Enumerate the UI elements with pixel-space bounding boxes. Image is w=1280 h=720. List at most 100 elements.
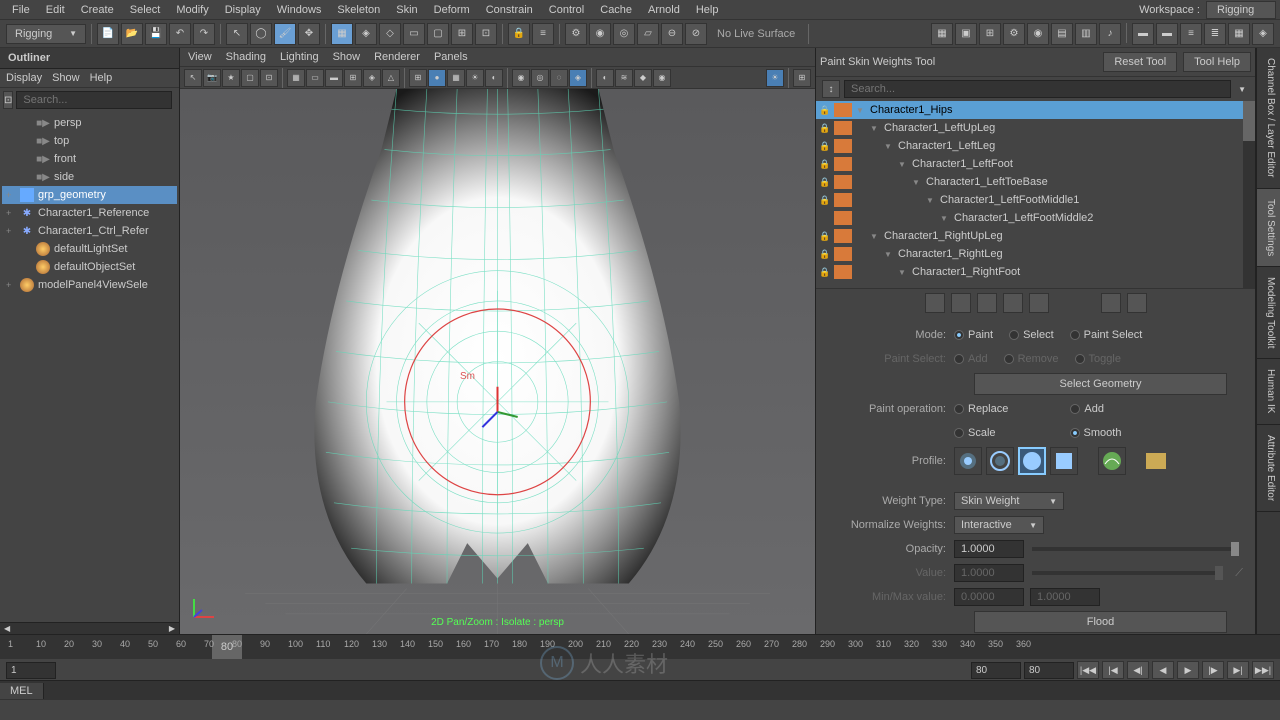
tab-toolsettings[interactable]: Tool Settings <box>1257 189 1280 267</box>
vp-bookmark-icon[interactable]: ★ <box>222 69 240 87</box>
scroll-right-icon[interactable]: ▶ <box>169 624 175 633</box>
snap-view-icon[interactable]: ⊞ <box>451 23 473 45</box>
influence-item[interactable]: 🔒▼Character1_RightUpLeg <box>816 227 1255 245</box>
outliner-item[interactable]: ■▶side <box>2 168 177 186</box>
menu-skin[interactable]: Skin <box>388 2 425 18</box>
vp-def-icon[interactable]: ◈ <box>569 69 587 87</box>
panel2-icon[interactable]: ▬ <box>1156 23 1178 45</box>
lock-icon[interactable]: 🔒 <box>816 177 834 188</box>
mode-select-radio[interactable]: Select <box>1009 329 1054 341</box>
select-tool-icon[interactable]: ↖ <box>226 23 248 45</box>
opacity-input[interactable] <box>954 540 1024 558</box>
time-ruler[interactable]: 80 1102030405060708090100110120130140150… <box>0 635 1280 659</box>
profile-browse-icon[interactable] <box>1146 453 1166 469</box>
profile-gaussian-icon[interactable] <box>954 447 982 475</box>
influence-color-swatch[interactable] <box>834 175 852 189</box>
menu-windows[interactable]: Windows <box>269 2 330 18</box>
chevron-down-icon[interactable]: ▼ <box>898 268 910 277</box>
step-fwd-icon[interactable]: |▶ <box>1202 661 1224 679</box>
plane-icon[interactable]: ▱ <box>637 23 659 45</box>
tab-channelbox[interactable]: Channel Box / Layer Editor <box>1257 48 1280 189</box>
mode-paint-radio[interactable]: Paint <box>954 329 993 341</box>
vp-light-icon[interactable]: ☀ <box>466 69 484 87</box>
vp-menu-show[interactable]: Show <box>333 51 361 63</box>
menu-select[interactable]: Select <box>122 2 169 18</box>
outliner-item[interactable]: +✱Character1_Reference <box>2 204 177 222</box>
menu-deform[interactable]: Deform <box>426 2 478 18</box>
chevron-down-icon[interactable]: ▼ <box>870 124 882 133</box>
influence-item[interactable]: 🔒▼Character1_LeftUpLeg <box>816 119 1255 137</box>
vp-xray-icon[interactable]: ◎ <box>531 69 549 87</box>
render-icon[interactable]: ⚙ <box>565 23 587 45</box>
snap-live-icon[interactable]: ⊡ <box>475 23 497 45</box>
influence-sort-icon[interactable]: ↕ <box>822 80 840 98</box>
lock-icon[interactable]: 🔒 <box>816 105 834 116</box>
outliner-menu-show[interactable]: Show <box>52 72 80 84</box>
paste-weights-icon[interactable] <box>951 293 971 313</box>
lock-icon[interactable]: 🔒 <box>816 267 834 278</box>
tab-humanik[interactable]: Human IK <box>1257 359 1280 424</box>
audio-icon[interactable]: ♪ <box>1099 23 1121 45</box>
vp-poly-icon[interactable]: △ <box>382 69 400 87</box>
op-replace-radio[interactable]: Replace <box>954 403 1008 415</box>
vp-2d-icon[interactable]: ⊡ <box>260 69 278 87</box>
influence-item[interactable]: 🔒▼Character1_RightLeg <box>816 245 1255 263</box>
range-start-input[interactable] <box>6 662 56 679</box>
influence-color-swatch[interactable] <box>834 121 852 135</box>
panel6-icon[interactable]: ◈ <box>1252 23 1274 45</box>
render-settings-icon[interactable]: ⚙ <box>1003 23 1025 45</box>
chevron-down-icon[interactable]: ▼ <box>856 106 868 115</box>
vp-grid-icon[interactable]: ▦ <box>287 69 305 87</box>
vp-shadow-icon[interactable]: ◐ <box>485 69 503 87</box>
lock-icon[interactable]: 🔒 <box>816 195 834 206</box>
vp-menu-lighting[interactable]: Lighting <box>280 51 319 63</box>
chevron-down-icon[interactable]: ▼ <box>898 160 910 169</box>
reset-tool-button[interactable]: Reset Tool <box>1103 52 1177 72</box>
vp-image-icon[interactable]: ▢ <box>241 69 259 87</box>
sym-off-icon[interactable]: ⊘ <box>685 23 707 45</box>
open-scene-icon[interactable]: 📂 <box>121 23 143 45</box>
menu-modify[interactable]: Modify <box>168 2 216 18</box>
vp-ao-icon[interactable]: ◐ <box>596 69 614 87</box>
outliner-item[interactable]: defaultObjectSet <box>2 258 177 276</box>
op-add-radio[interactable]: Add <box>1070 403 1104 415</box>
move-influence-icon[interactable] <box>1003 293 1023 313</box>
hypershade-icon[interactable]: ◎ <box>613 23 635 45</box>
vp-menu-view[interactable]: View <box>188 51 212 63</box>
expand-icon[interactable]: + <box>6 208 16 218</box>
profile-solid-icon[interactable] <box>1018 447 1046 475</box>
influence-color-swatch[interactable] <box>834 103 852 117</box>
outliner-menu-help[interactable]: Help <box>90 72 113 84</box>
influence-color-swatch[interactable] <box>834 247 852 261</box>
hammer-weights-icon[interactable] <box>977 293 997 313</box>
lock-icon[interactable]: 🔒 <box>816 159 834 170</box>
menu-edit[interactable]: Edit <box>38 2 73 18</box>
viewport-3d[interactable]: Sm 2D Pan/Zoom : Isolate : persp <box>180 89 815 634</box>
profile-soft-icon[interactable] <box>986 447 1014 475</box>
lock-icon[interactable]: 🔒 <box>508 23 530 45</box>
vp-select-icon[interactable]: ↖ <box>184 69 202 87</box>
panel3-icon[interactable]: ≡ <box>1180 23 1202 45</box>
tool-help-button[interactable]: Tool Help <box>1183 52 1251 72</box>
select-geometry-button[interactable]: Select Geometry <box>974 373 1227 395</box>
profile-square-icon[interactable] <box>1050 447 1078 475</box>
vp-wire-icon[interactable]: ⊞ <box>409 69 427 87</box>
influence-color-swatch[interactable] <box>834 229 852 243</box>
outliner-menu-display[interactable]: Display <box>6 72 42 84</box>
outliner-item[interactable]: +grp_geometry <box>2 186 177 204</box>
menu-constrain[interactable]: Constrain <box>478 2 541 18</box>
outliner-item[interactable]: defaultLightSet <box>2 240 177 258</box>
play-fwd-icon[interactable]: ▶ <box>1177 661 1199 679</box>
vp-aa-icon[interactable]: ◆ <box>634 69 652 87</box>
play-back-icon[interactable]: ◀ <box>1152 661 1174 679</box>
influence-search-input[interactable] <box>844 80 1231 98</box>
influence-item[interactable]: 🔒▼Character1_LeftFootMiddle1 <box>816 191 1255 209</box>
flood-button[interactable]: Flood <box>974 611 1227 633</box>
menuset-combo[interactable]: Rigging <box>6 24 86 44</box>
vp-motion-icon[interactable]: ≋ <box>615 69 633 87</box>
influence-item[interactable]: ▼Character1_LeftFootMiddle2 <box>816 209 1255 227</box>
chevron-down-icon[interactable]: ▼ <box>912 178 924 187</box>
copy-weights-icon[interactable] <box>925 293 945 313</box>
anim-icon[interactable]: ▥ <box>1075 23 1097 45</box>
render-view-icon[interactable]: ▦ <box>931 23 953 45</box>
